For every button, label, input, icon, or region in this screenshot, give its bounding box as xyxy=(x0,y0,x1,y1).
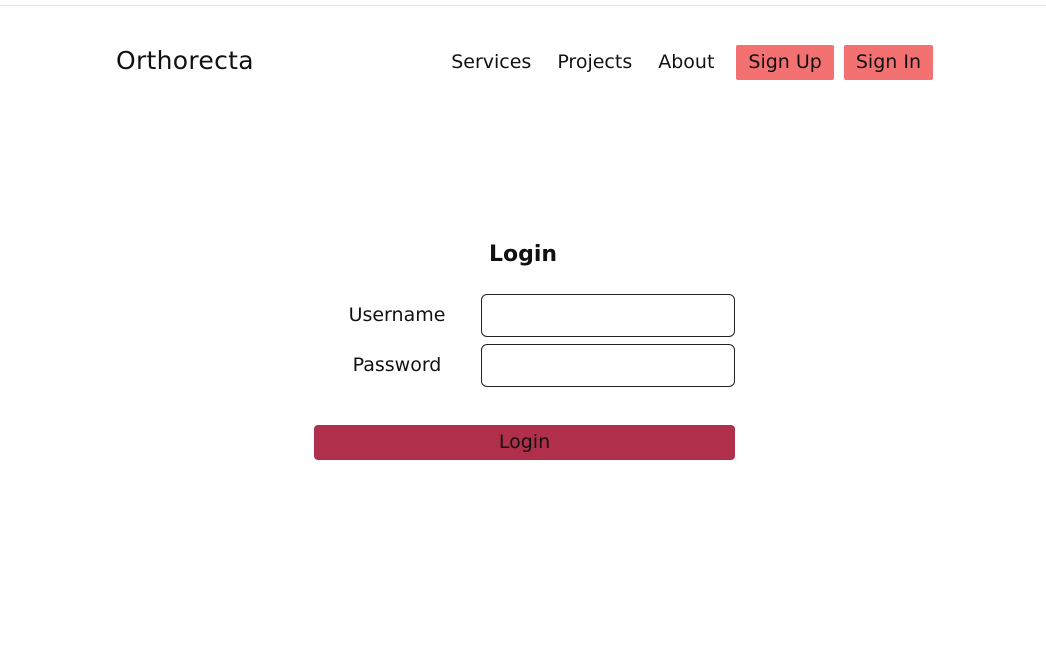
username-row: Username xyxy=(314,294,735,337)
username-label: Username xyxy=(348,304,446,326)
username-input[interactable] xyxy=(481,294,735,337)
main-nav: Services Projects About Sign Up Sign In xyxy=(451,45,933,80)
password-label: Password xyxy=(352,354,442,376)
password-input[interactable] xyxy=(481,344,735,387)
sign-in-button[interactable]: Sign In xyxy=(843,45,933,80)
sign-up-button[interactable]: Sign Up xyxy=(736,45,834,80)
nav-link-about[interactable]: About xyxy=(658,45,714,80)
login-submit-button[interactable]: Login xyxy=(314,425,735,460)
password-row: Password xyxy=(314,344,735,387)
nav-link-services[interactable]: Services xyxy=(451,45,531,80)
brand-logo-text[interactable]: Orthorecta xyxy=(116,46,254,76)
login-title: Login xyxy=(488,242,558,267)
nav-link-projects[interactable]: Projects xyxy=(557,45,632,80)
login-page: Orthorecta Services Projects About Sign … xyxy=(0,0,1046,648)
top-divider xyxy=(0,5,1046,6)
